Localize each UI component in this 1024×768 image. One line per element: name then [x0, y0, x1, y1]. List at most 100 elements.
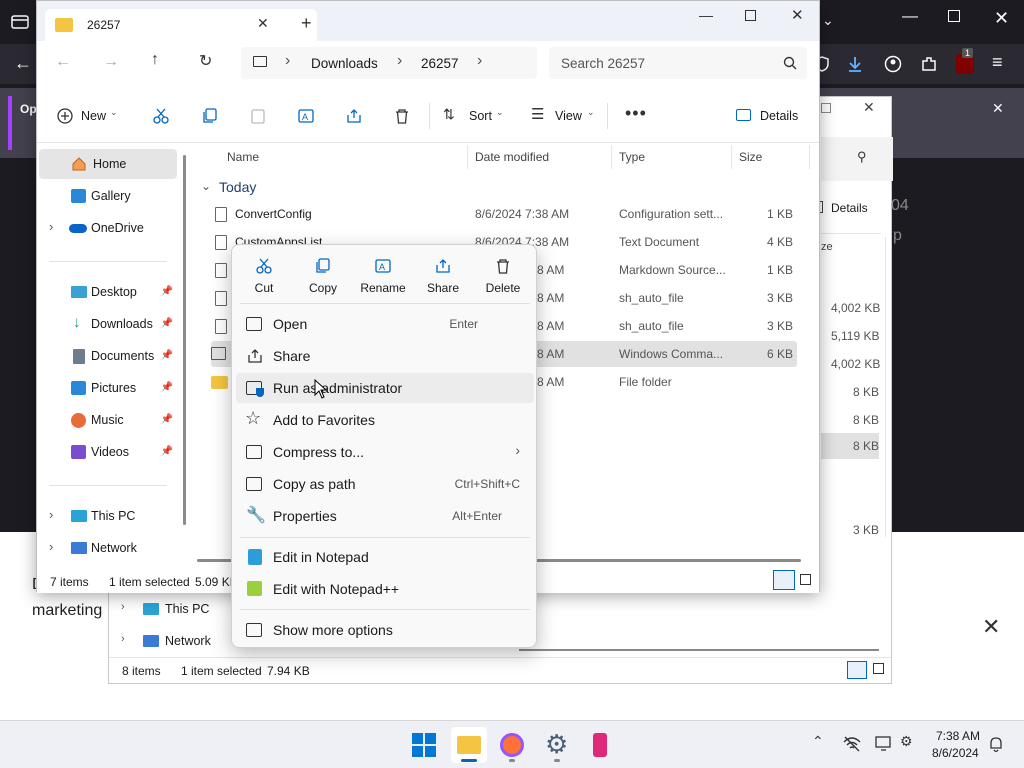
sidebar-item-onedrive[interactable]: › OneDrive [37, 213, 175, 243]
more-options-icon[interactable]: ••• [625, 103, 647, 124]
pin-icon[interactable]: 📌 [161, 414, 173, 425]
tiles-view-icon[interactable] [873, 663, 884, 674]
menu-item-run-as-admin[interactable]: Run as administrator [236, 373, 534, 403]
nav-scrollbar[interactable] [183, 155, 186, 525]
menu-icon[interactable]: ≡ [992, 52, 1003, 73]
extensions-icon[interactable] [920, 55, 938, 73]
back-icon[interactable]: ← [55, 53, 71, 71]
quick-action-delete[interactable]: Delete [473, 255, 533, 305]
details-button[interactable]: Details [760, 109, 798, 123]
back-arrow-icon[interactable]: ← [14, 53, 32, 74]
search-icon[interactable]: ⚲ [857, 149, 867, 165]
quick-action-rename[interactable]: A Rename [353, 255, 413, 305]
sort-button[interactable]: Sort [469, 109, 492, 123]
view-icon[interactable]: ☰ [531, 105, 544, 123]
new-icon[interactable] [57, 108, 73, 124]
address-box[interactable]: › Downloads › 26257 › [241, 47, 537, 79]
back-details-label[interactable]: Details [831, 201, 868, 215]
display-icon[interactable] [875, 736, 893, 752]
tab-close-icon[interactable]: ✕ [257, 15, 269, 32]
paste-icon[interactable] [249, 107, 267, 125]
search-icon[interactable] [783, 56, 797, 70]
expand-chevron-icon[interactable]: › [121, 633, 125, 645]
sidebar-item-downloads[interactable]: ↓ Downloads 📌 [37, 309, 175, 339]
sidebar-item-documents[interactable]: Documents 📌 [37, 341, 175, 371]
breadcrumb-chevron-icon[interactable]: › [477, 52, 482, 70]
clock-date[interactable]: 8/6/2024 [932, 746, 979, 760]
sidebar-item-pictures[interactable]: Pictures 📌 [37, 373, 175, 403]
refresh-icon[interactable]: ↻ [199, 51, 212, 71]
taskbar-firefox[interactable] [494, 727, 530, 763]
expand-chevron-icon[interactable]: › [49, 507, 53, 522]
sidebar-item-music[interactable]: Music 📌 [37, 405, 175, 435]
expand-chevron-icon[interactable]: › [49, 539, 53, 554]
pin-icon[interactable]: 📌 [161, 350, 173, 361]
group-header[interactable]: Today [219, 179, 256, 195]
menu-item-share[interactable]: Share [236, 341, 534, 371]
menu-item-properties[interactable]: 🔧 Properties Alt+Enter [236, 501, 534, 531]
group-collapse-icon[interactable]: ⌄ [201, 179, 211, 193]
show-hidden-icons-icon[interactable]: ⌃ [812, 733, 824, 750]
search-input[interactable]: Search 26257 [561, 56, 645, 71]
sidebar-item-home[interactable]: Home [39, 149, 177, 179]
minimize-icon[interactable]: — [699, 7, 713, 23]
column-header-type[interactable]: Type [619, 150, 645, 164]
details-view-icon[interactable] [847, 661, 867, 679]
expand-chevron-icon[interactable]: › [121, 601, 125, 613]
quick-action-share[interactable]: Share [413, 255, 473, 305]
notification-close-icon[interactable]: ✕ [992, 100, 1004, 117]
share-icon[interactable] [345, 107, 363, 125]
taskbar-settings[interactable]: ⚙ [539, 727, 575, 763]
account-icon[interactable] [884, 55, 902, 73]
chevron-down-icon[interactable]: ⌄ [822, 12, 834, 29]
tiles-view-icon[interactable] [800, 574, 811, 585]
menu-item-edit-in-notepad[interactable]: Edit in Notepad [236, 542, 534, 572]
clock-time[interactable]: 7:38 AM [936, 729, 980, 743]
download-icon[interactable] [846, 55, 864, 73]
column-header-date[interactable]: Date modified [475, 150, 549, 164]
menu-item-copy-as-path[interactable]: Copy as path Ctrl+Shift+C [236, 469, 534, 499]
start-button[interactable] [406, 727, 442, 763]
view-button[interactable]: View [555, 109, 582, 123]
back-nav-this-pc[interactable]: This PC [165, 602, 209, 616]
tab-list-icon[interactable] [10, 12, 30, 32]
details-view-icon[interactable] [773, 570, 795, 590]
sidebar-item-desktop[interactable]: Desktop 📌 [37, 277, 175, 307]
menu-item-show-more-options[interactable]: Show more options [236, 615, 534, 645]
pin-icon[interactable]: 📌 [161, 318, 173, 329]
minimize-icon[interactable]: — [902, 8, 918, 26]
copy-icon[interactable] [201, 107, 219, 125]
column-header-size[interactable]: Size [739, 150, 762, 164]
new-button[interactable]: New [81, 109, 106, 123]
sidebar-item-network[interactable]: › Network [37, 533, 175, 563]
close-icon[interactable]: ✕ [791, 6, 804, 24]
banner-close-icon[interactable]: ✕ [982, 614, 1000, 640]
menu-item-open[interactable]: Open Enter [236, 309, 534, 339]
table-row[interactable]: ConvertConfig 8/6/2024 7:38 AM Configura… [211, 201, 797, 227]
cut-icon[interactable] [152, 107, 170, 125]
breadcrumb-item[interactable]: Downloads [311, 56, 378, 71]
new-tab-icon[interactable]: + [301, 13, 312, 34]
forward-icon[interactable]: → [103, 53, 119, 71]
close-icon[interactable]: ✕ [994, 8, 1009, 29]
notification-bell-icon[interactable] [988, 735, 1004, 753]
taskbar-app-pink[interactable] [582, 727, 618, 763]
sidebar-item-this-pc[interactable]: › This PC [37, 501, 175, 531]
settings-sync-icon[interactable]: ⚙ [900, 733, 913, 750]
pin-icon[interactable]: 📌 [161, 286, 173, 297]
sort-icon[interactable]: ⇅ [443, 106, 455, 123]
sidebar-item-videos[interactable]: Videos 📌 [37, 437, 175, 467]
pin-icon[interactable]: 📌 [161, 446, 173, 457]
column-header-name[interactable]: Name [227, 150, 259, 164]
sidebar-item-gallery[interactable]: Gallery [37, 181, 175, 211]
search-box[interactable]: Search 26257 [549, 47, 807, 79]
delete-icon[interactable] [393, 107, 411, 125]
menu-item-add-to-favorites[interactable]: ☆ Add to Favorites [236, 405, 534, 435]
back-nav-network[interactable]: Network [165, 634, 211, 648]
pin-icon[interactable]: 📌 [161, 382, 173, 393]
network-off-icon[interactable] [843, 736, 861, 752]
quick-action-copy[interactable]: Copy [293, 255, 353, 305]
taskbar-file-explorer[interactable] [451, 727, 487, 763]
back-close-icon[interactable]: ✕ [863, 99, 875, 116]
quick-action-cut[interactable]: Cut [234, 255, 294, 305]
